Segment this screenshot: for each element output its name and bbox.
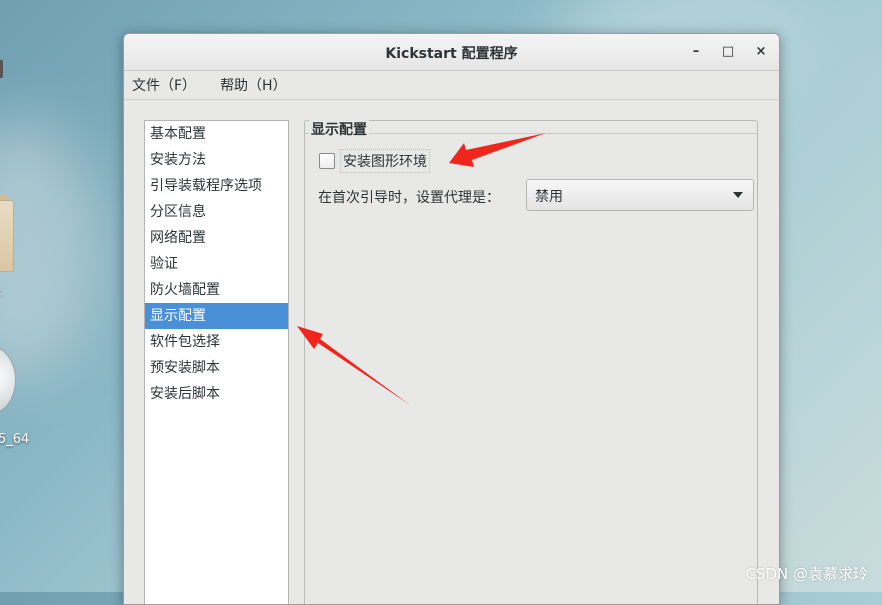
menu-help[interactable]: 帮助（H） (220, 75, 287, 95)
proxy-label: 在首次引导时，设置代理是： (318, 190, 500, 206)
install-gui-label[interactable]: 安装图形环境 (340, 149, 430, 173)
window-title: Kickstart 配置程序 (385, 46, 518, 62)
desktop-icon-fragment (0, 60, 3, 78)
nav-item-bootloader[interactable]: 引导装载程序选项 (145, 173, 288, 199)
display-config-panel: 显示配置 安装图形环境 在首次引导时，设置代理是： 禁用 (304, 119, 758, 604)
kickstart-window: Kickstart 配置程序 – □ × 文件（F） 帮助（H） 基本配置 安装… (123, 33, 780, 605)
close-button[interactable]: × (751, 42, 771, 62)
nav-item-auth[interactable]: 验证 (145, 251, 288, 277)
nav-item-firewall[interactable]: 防火墙配置 (145, 277, 288, 303)
nav-item-install-method[interactable]: 安装方法 (145, 147, 288, 173)
proxy-select-value: 禁用 (535, 189, 563, 205)
nav-item-partition[interactable]: 分区信息 (145, 199, 288, 225)
install-gui-row[interactable]: 安装图形环境 (319, 149, 430, 173)
watermark: CSDN @袁慕求玲 (745, 565, 868, 583)
nav-item-display[interactable]: 显示配置 (145, 303, 288, 329)
nav-item-network[interactable]: 网络配置 (145, 225, 288, 251)
title-bar[interactable]: Kickstart 配置程序 – □ × (124, 34, 779, 71)
menu-file[interactable]: 文件（F） (132, 75, 196, 95)
proxy-select[interactable]: 禁用 (526, 179, 754, 211)
desktop-disc-label: 5_64 (0, 432, 30, 447)
chevron-down-icon (733, 192, 743, 198)
minimize-button[interactable]: – (686, 42, 706, 62)
maximize-button[interactable]: □ (718, 42, 738, 62)
nav-item-packages[interactable]: 软件包选择 (145, 329, 288, 355)
category-list: 基本配置 安装方法 引导装载程序选项 分区信息 网络配置 验证 防火墙配置 显示… (144, 120, 289, 604)
menu-bar: 文件（F） 帮助（H） (124, 71, 779, 100)
nav-item-basic[interactable]: 基本配置 (145, 121, 288, 147)
install-gui-checkbox[interactable] (319, 153, 335, 169)
nav-item-post-script[interactable]: 安装后脚本 (145, 381, 288, 407)
panel-title: 显示配置 (309, 119, 369, 139)
nav-item-pre-script[interactable]: 预安装脚本 (145, 355, 288, 381)
folder-icon[interactable] (0, 200, 14, 272)
desktop-folder-label: t (0, 285, 1, 298)
